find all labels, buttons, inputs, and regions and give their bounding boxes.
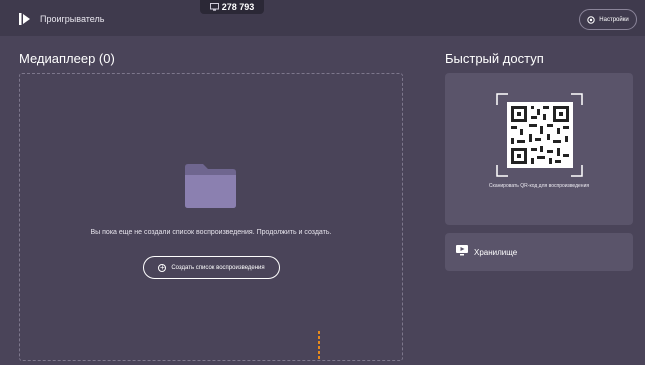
empty-playlist-message: Вы пока еще не создали список воспроизве… bbox=[90, 229, 332, 236]
create-playlist-button[interactable]: + Создать список воспроизведения bbox=[143, 256, 280, 279]
settings-button[interactable]: Настройки bbox=[579, 9, 637, 30]
qr-code-icon bbox=[507, 102, 573, 168]
settings-label: Настройки bbox=[599, 16, 629, 23]
create-playlist-label: Создать список воспроизведения bbox=[171, 264, 265, 271]
player-logo-icon bbox=[19, 13, 30, 25]
media-player-title: Медиаплеер (0) bbox=[19, 51, 115, 66]
folder-icon bbox=[185, 164, 236, 208]
media-player-panel bbox=[19, 73, 403, 361]
quick-access-title: Быстрый доступ bbox=[445, 51, 544, 66]
viewer-counter: 278 793 bbox=[200, 0, 264, 14]
plus-circle-icon: + bbox=[158, 262, 167, 272]
screen-icon bbox=[209, 3, 219, 11]
storage-label: Хранилище bbox=[474, 248, 518, 257]
gear-icon bbox=[587, 15, 595, 24]
storage-monitor-icon bbox=[456, 245, 468, 256]
top-bar: Проигрыватель 278 793 Настройки bbox=[0, 0, 645, 36]
drag-indicator[interactable] bbox=[318, 331, 320, 361]
counter-value: 278 793 bbox=[221, 2, 255, 12]
qr-caption: Сканировать QR-код для воспроизведения bbox=[488, 183, 590, 189]
app-title: Проигрыватель bbox=[40, 14, 105, 24]
